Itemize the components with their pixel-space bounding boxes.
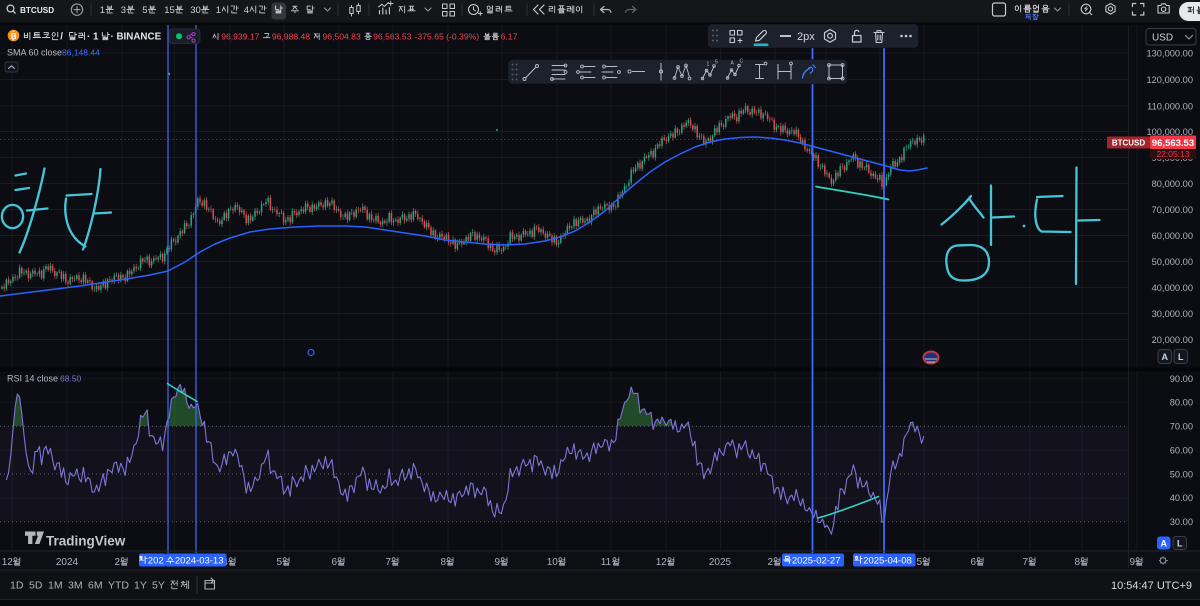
svg-text:L: L <box>1178 352 1184 362</box>
svg-text:3M: 3M <box>68 580 83 592</box>
svg-text:96,563.53: 96,563.53 <box>1152 138 1194 149</box>
svg-text:11: 11 <box>601 557 612 568</box>
svg-text:BTCUSD: BTCUSD <box>20 6 54 15</box>
svg-text:40.00: 40.00 <box>1170 493 1193 503</box>
svg-text:BTCUSD: BTCUSD <box>1112 139 1146 148</box>
svg-text:96,988.48: 96,988.48 <box>272 32 310 42</box>
svg-text:3: 3 <box>121 5 126 16</box>
svg-text:/: / <box>60 32 63 43</box>
svg-text:6.17: 6.17 <box>501 32 518 42</box>
svg-text:9: 9 <box>495 557 501 568</box>
svg-text:110,000.00: 110,000.00 <box>1147 101 1193 111</box>
svg-text:10:54:47 UTC+9: 10:54:47 UTC+9 <box>1111 580 1192 592</box>
svg-text:50,000.00: 50,000.00 <box>1152 257 1193 267</box>
svg-text:2024: 2024 <box>56 557 79 568</box>
svg-text:2025-04-08: 2025-04-08 <box>863 555 912 566</box>
svg-text:80.00: 80.00 <box>1170 398 1193 408</box>
svg-text:6M: 6M <box>88 580 103 592</box>
svg-text:L: L <box>1177 539 1183 549</box>
svg-text:2: 2 <box>768 557 774 568</box>
svg-text:20,000.00: 20,000.00 <box>1152 335 1193 345</box>
svg-text:15: 15 <box>164 5 175 16</box>
svg-text:B: B <box>11 32 17 41</box>
svg-text:96,504.83: 96,504.83 <box>323 32 361 42</box>
svg-text:TradingView: TradingView <box>46 534 126 549</box>
svg-text:1M: 1M <box>48 580 63 592</box>
svg-text:12: 12 <box>2 557 14 568</box>
svg-text:5: 5 <box>715 60 718 66</box>
svg-text:130,000.00: 130,000.00 <box>1146 48 1193 58</box>
svg-text:1: 1 <box>100 5 105 16</box>
svg-text:2024-03-13: 2024-03-13 <box>175 555 224 566</box>
svg-text:RSI 14 close: RSI 14 close <box>7 374 58 384</box>
svg-text:2: 2 <box>115 557 121 568</box>
svg-text:60.00: 60.00 <box>1170 445 1193 455</box>
svg-text:· BINANCE: · BINANCE <box>111 32 162 43</box>
svg-text:5: 5 <box>917 557 923 568</box>
svg-text:C: C <box>740 59 744 65</box>
svg-text:8: 8 <box>441 557 447 568</box>
svg-text:2px: 2px <box>797 31 815 43</box>
svg-text:6: 6 <box>971 557 977 568</box>
svg-text:202: 202 <box>148 555 164 566</box>
svg-text:SMA 60 close: SMA 60 close <box>7 48 62 58</box>
svg-text:8: 8 <box>1075 557 1081 568</box>
svg-text:30.00: 30.00 <box>1170 517 1193 527</box>
svg-text:1: 1 <box>216 5 221 16</box>
svg-text:30: 30 <box>190 5 201 16</box>
svg-text:YTD: YTD <box>108 580 129 592</box>
svg-text:7: 7 <box>386 557 392 568</box>
svg-text:70.00: 70.00 <box>1170 422 1193 432</box>
svg-text:120,000.00: 120,000.00 <box>1146 75 1193 85</box>
svg-text:96,939.17: 96,939.17 <box>221 32 259 42</box>
svg-text:1Y: 1Y <box>134 580 147 592</box>
svg-text:-375.65 (-0.39%): -375.65 (-0.39%) <box>415 32 480 42</box>
svg-text:5: 5 <box>277 557 283 568</box>
svg-text:5Y: 5Y <box>152 580 165 592</box>
svg-text:USD: USD <box>1152 33 1173 44</box>
svg-text:4: 4 <box>244 5 249 16</box>
svg-text:50.00: 50.00 <box>1170 469 1193 479</box>
svg-text:90.00: 90.00 <box>1170 374 1193 384</box>
svg-text:1: 1 <box>707 62 710 68</box>
svg-text:2025: 2025 <box>709 557 732 568</box>
svg-text:7: 7 <box>1023 557 1029 568</box>
svg-text:10: 10 <box>547 557 559 568</box>
svg-text:70,000.00: 70,000.00 <box>1152 205 1193 215</box>
svg-text:5: 5 <box>142 5 147 16</box>
svg-text:A: A <box>1161 352 1168 362</box>
svg-text:1D: 1D <box>10 580 24 592</box>
svg-text:30,000.00: 30,000.00 <box>1152 309 1193 319</box>
svg-text:80,000.00: 80,000.00 <box>1152 179 1193 189</box>
svg-text:60,000.00: 60,000.00 <box>1152 231 1193 241</box>
svg-text:5D: 5D <box>29 580 43 592</box>
svg-text:96,563.53: 96,563.53 <box>373 32 411 42</box>
svg-text:12: 12 <box>656 557 668 568</box>
svg-text:6: 6 <box>332 557 338 568</box>
svg-text:22:05:13: 22:05:13 <box>1156 149 1189 159</box>
svg-text:86,148.44: 86,148.44 <box>62 48 100 58</box>
svg-text:40,000.00: 40,000.00 <box>1152 283 1193 293</box>
svg-text:A: A <box>1160 539 1167 549</box>
svg-text:2025-02-27: 2025-02-27 <box>792 555 841 566</box>
svg-text:9: 9 <box>1130 557 1136 568</box>
svg-text:68.50: 68.50 <box>60 374 82 384</box>
svg-text:· 1: · 1 <box>87 32 99 43</box>
svg-text:100,000.00: 100,000.00 <box>1146 127 1193 137</box>
